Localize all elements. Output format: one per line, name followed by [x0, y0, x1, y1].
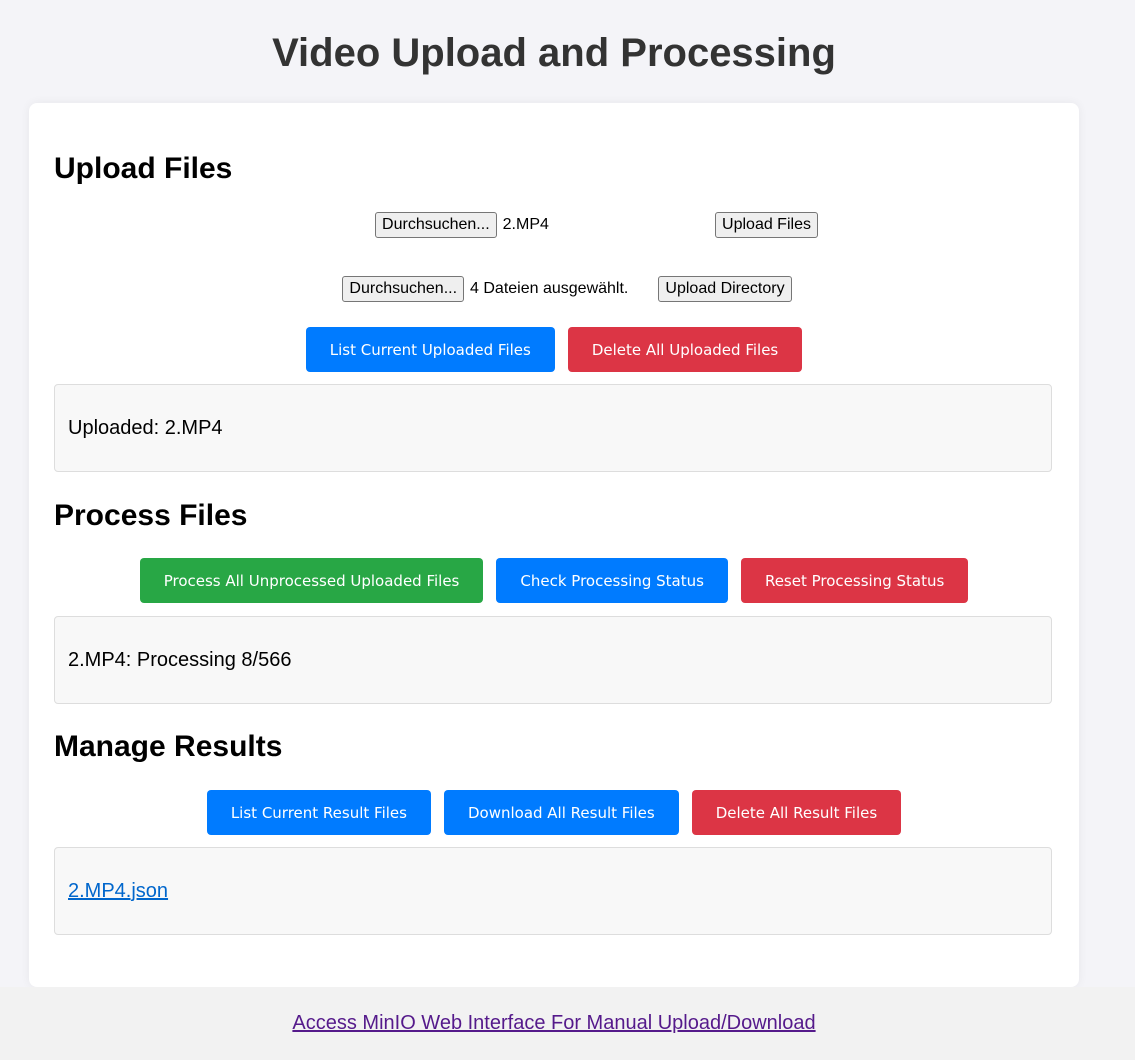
delete-uploaded-files-button[interactable]: Delete All Uploaded Files — [567, 327, 803, 372]
process-output: 2.MP4: Processing 8/566 — [54, 616, 1052, 704]
upload-output: Uploaded: 2.MP4 — [54, 384, 1052, 472]
process-output-text: 2.MP4: Processing 8/566 — [68, 648, 292, 671]
results-section-title: Manage Results — [54, 730, 283, 763]
upload-files-row: Durchsuchen... 2.MP4 Upload Files — [29, 211, 1079, 239]
upload-actions-row: List Current Uploaded Files Delete All U… — [29, 327, 1079, 372]
selected-file-name: 2.MP4 — [502, 216, 549, 233]
footer: Access MinIO Web Interface For Manual Up… — [0, 987, 1135, 1060]
list-result-files-button[interactable]: List Current Result Files — [206, 790, 431, 835]
page-title: Video Upload and Processing — [272, 31, 836, 75]
results-actions-row: List Current Result Files Download All R… — [29, 790, 1079, 835]
browse-directory-button[interactable]: Durchsuchen... — [342, 276, 465, 302]
upload-directory-button[interactable]: Upload Directory — [658, 276, 792, 302]
upload-section-title: Upload Files — [54, 152, 233, 185]
process-actions-row: Process All Unprocessed Uploaded Files C… — [29, 558, 1079, 603]
delete-results-button[interactable]: Delete All Result Files — [691, 790, 902, 835]
selected-directory-count: 4 Dateien ausgewählt. — [470, 280, 629, 297]
process-section-title: Process Files — [54, 499, 248, 532]
file-input[interactable]: Durchsuchen... 2.MP4 — [375, 212, 593, 238]
main-panel: Upload Files Durchsuchen... 2.MP4 Upload… — [29, 103, 1079, 987]
upload-output-text: Uploaded: 2.MP4 — [68, 416, 223, 439]
reset-status-button[interactable]: Reset Processing Status — [740, 558, 969, 603]
download-results-button[interactable]: Download All Result Files — [443, 790, 679, 835]
browse-files-button[interactable]: Durchsuchen... — [375, 212, 497, 238]
results-output: 2.MP4.json — [54, 847, 1052, 935]
list-uploaded-files-button[interactable]: List Current Uploaded Files — [305, 327, 555, 372]
minio-link[interactable]: Access MinIO Web Interface For Manual Up… — [292, 1012, 815, 1035]
result-file-link[interactable]: 2.MP4.json — [68, 880, 168, 903]
check-status-button[interactable]: Check Processing Status — [496, 558, 728, 603]
directory-input[interactable]: Durchsuchen... 4 Dateien ausgewählt. — [342, 276, 652, 302]
upload-directory-row: Durchsuchen... 4 Dateien ausgewählt. Upl… — [29, 275, 1079, 303]
process-all-button[interactable]: Process All Unprocessed Uploaded Files — [139, 558, 484, 603]
upload-files-button[interactable]: Upload Files — [715, 212, 818, 238]
